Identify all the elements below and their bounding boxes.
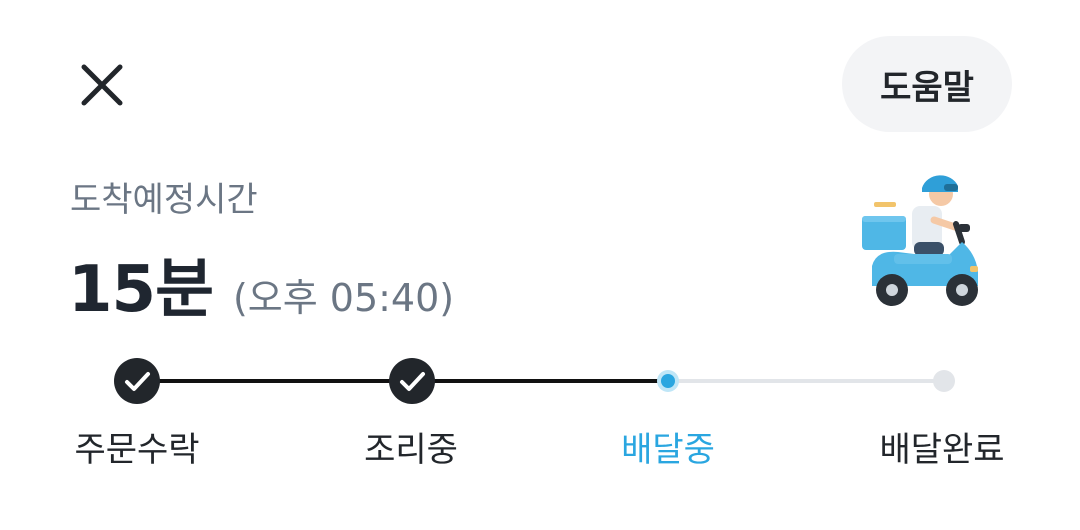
step-marker-delivered (933, 370, 955, 392)
step-label-delivering: 배달중 (621, 430, 715, 470)
eta-row: 15분 (오후 05:40) (68, 238, 454, 330)
check-icon (125, 372, 150, 391)
step-label-cooking: 조리중 (364, 430, 458, 470)
step-marker-delivering (657, 370, 679, 392)
eta-label: 도착예정시간 (70, 180, 258, 220)
help-button[interactable]: 도움말 (842, 36, 1012, 132)
step-label-order-accepted: 주문수락 (74, 430, 200, 470)
check-icon (400, 372, 425, 391)
eta-minutes: 15분 (68, 253, 214, 327)
close-icon (81, 64, 123, 106)
delivery-scooter-rider-icon (862, 175, 978, 306)
step-marker-order-accepted (114, 358, 160, 404)
step-marker-cooking (389, 358, 435, 404)
eta-clock-time: (오후 05:40) (232, 276, 455, 320)
step-label-delivered: 배달완료 (879, 430, 1005, 470)
close-button[interactable] (70, 54, 134, 118)
